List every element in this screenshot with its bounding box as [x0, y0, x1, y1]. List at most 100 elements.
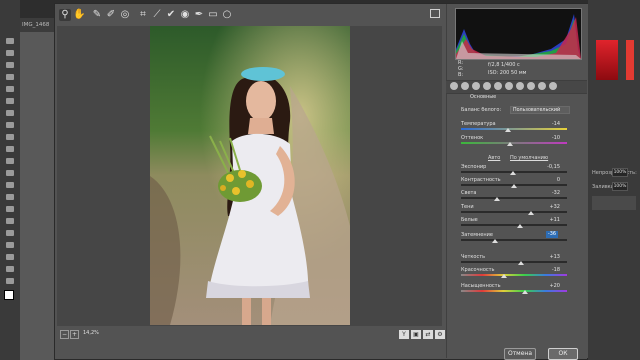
hue-strip[interactable]	[626, 40, 634, 80]
tab-tone-curve-icon[interactable]	[461, 82, 469, 90]
slider-track-clarity[interactable]	[461, 261, 567, 263]
slider-track-highlights[interactable]	[461, 197, 567, 199]
type-tool-icon[interactable]	[3, 216, 17, 226]
slider-label-vibrance: Красочность	[461, 267, 495, 273]
slider-track-shadows[interactable]	[461, 211, 567, 213]
auto-link[interactable]: Авто	[488, 155, 500, 161]
tab-hsl-icon[interactable]	[483, 82, 491, 90]
slider-thumb-blacks[interactable]	[491, 239, 498, 243]
preferences-icon[interactable]	[430, 9, 440, 18]
zoom-tool-icon[interactable]	[3, 264, 17, 274]
slider-value-saturation[interactable]: +20	[540, 283, 560, 289]
slider-value-whites[interactable]: +11	[540, 217, 560, 223]
tab-camera-icon[interactable]	[527, 82, 535, 90]
cancel-button[interactable]: Отмена	[504, 348, 536, 360]
slider-value-highlights[interactable]: -32	[540, 190, 560, 196]
hand-tool-icon[interactable]	[3, 252, 17, 262]
slider-thumb-contrast[interactable]	[511, 184, 517, 188]
layer-row[interactable]	[592, 196, 636, 210]
tab-snapshots-icon[interactable]	[549, 82, 557, 90]
slider-value-exposure[interactable]: -0,15	[540, 164, 560, 170]
more-tool-icon[interactable]	[3, 276, 17, 286]
tab-presets-icon[interactable]	[538, 82, 546, 90]
lasso-tool-icon[interactable]	[3, 60, 17, 70]
slider-track-whites[interactable]	[461, 224, 567, 226]
brush-tool-icon[interactable]	[3, 120, 17, 130]
white-balance-select[interactable]: Пользовательский	[510, 106, 570, 114]
slider-thumb-saturation[interactable]	[521, 290, 528, 294]
slider-thumb-temperature[interactable]	[504, 128, 511, 132]
eyedropper-tool-icon[interactable]	[3, 96, 17, 106]
slider-thumb-clarity[interactable]	[517, 261, 524, 265]
pen-tool-icon[interactable]	[3, 204, 17, 214]
crop-tool-icon[interactable]: ⌗	[137, 9, 149, 21]
hand-tool-icon[interactable]: ✋	[73, 9, 85, 21]
tab-split-toning-icon[interactable]	[494, 82, 502, 90]
shape-tool-icon[interactable]	[3, 240, 17, 250]
view-toggle-y-button[interactable]: Y	[399, 330, 409, 339]
zoom-level[interactable]: 14,2%	[83, 330, 99, 336]
ok-button[interactable]: ОК	[548, 348, 578, 360]
slider-label-whites: Белые	[461, 217, 478, 223]
red-eye-icon[interactable]: ◉	[179, 9, 191, 21]
slider-label-shadows: Тени	[461, 204, 474, 210]
slider-thumb-shadows[interactable]	[527, 211, 534, 215]
white-balance-tool-icon[interactable]: ✎	[91, 9, 103, 21]
slider-track-tint[interactable]	[461, 142, 567, 144]
zoom-tool-icon[interactable]: ⚲	[59, 9, 71, 21]
slider-track-temperature[interactable]	[461, 128, 567, 130]
zoom-in-button[interactable]: +	[70, 330, 79, 339]
slider-value-shadows[interactable]: +32	[540, 204, 560, 210]
quick-select-tool-icon[interactable]	[3, 72, 17, 82]
slider-thumb-tint[interactable]	[506, 142, 513, 146]
slider-value-temperature[interactable]: -14	[540, 121, 560, 127]
tab-detail-icon[interactable]	[472, 82, 480, 90]
slider-thumb-vibrance[interactable]	[501, 274, 508, 278]
fill-field[interactable]: 100%	[612, 182, 628, 191]
tab-effects-icon[interactable]	[516, 82, 524, 90]
spot-removal-icon[interactable]: ✔	[165, 9, 177, 21]
tab-basic-icon[interactable]	[450, 82, 458, 90]
zoom-out-button[interactable]: −	[60, 330, 69, 339]
slider-value-tint[interactable]: -10	[540, 135, 560, 141]
crop-tool-icon[interactable]	[3, 84, 17, 94]
history-brush-tool-icon[interactable]	[3, 144, 17, 154]
before-after-button[interactable]: ▣	[411, 330, 421, 339]
marquee-tool-icon[interactable]	[3, 48, 17, 58]
eraser-tool-icon[interactable]	[3, 156, 17, 166]
straighten-tool-icon[interactable]: ⟋	[151, 9, 163, 21]
blur-tool-icon[interactable]	[3, 180, 17, 190]
photo-preview[interactable]	[150, 26, 350, 325]
stamp-tool-icon[interactable]	[3, 132, 17, 142]
default-link[interactable]: По умолчанию	[510, 155, 548, 161]
graduated-filter-icon[interactable]: ▭	[207, 9, 219, 21]
foreground-color-swatch[interactable]	[4, 290, 14, 300]
slider-label-saturation: Насыщенность	[461, 283, 501, 289]
adjustment-brush-icon[interactable]: ✒	[193, 9, 205, 21]
path-select-tool-icon[interactable]	[3, 228, 17, 238]
color-picker[interactable]	[596, 40, 618, 80]
settings-button[interactable]: ⚙	[435, 330, 445, 339]
slider-value-contrast[interactable]: 0	[540, 177, 560, 183]
opacity-field[interactable]: 100%	[612, 168, 628, 177]
slider-value-clarity[interactable]: +13	[540, 254, 560, 260]
slider-track-vibrance[interactable]	[461, 274, 567, 276]
slider-thumb-highlights[interactable]	[494, 197, 501, 201]
healing-tool-icon[interactable]	[3, 108, 17, 118]
targeted-adjustment-icon[interactable]: ◎	[119, 9, 131, 21]
dodge-tool-icon[interactable]	[3, 192, 17, 202]
move-tool-icon[interactable]	[3, 36, 17, 46]
tab-lens-icon[interactable]	[505, 82, 513, 90]
slider-value-blacks[interactable]: -36	[546, 231, 558, 238]
gradient-tool-icon[interactable]	[3, 168, 17, 178]
swap-button[interactable]: ⇄	[423, 330, 433, 339]
color-sampler-icon[interactable]: ✐	[105, 9, 117, 21]
section-title: Основные	[470, 94, 497, 100]
slider-value-vibrance[interactable]: -18	[540, 267, 560, 273]
slider-thumb-whites[interactable]	[516, 224, 523, 228]
slider-track-blacks[interactable]	[461, 239, 567, 241]
radial-filter-icon[interactable]: ○	[221, 9, 233, 21]
slider-thumb-exposure[interactable]	[509, 171, 516, 175]
document-tab[interactable]: IMG_1468	[20, 18, 54, 32]
slider-track-saturation[interactable]	[461, 290, 567, 292]
